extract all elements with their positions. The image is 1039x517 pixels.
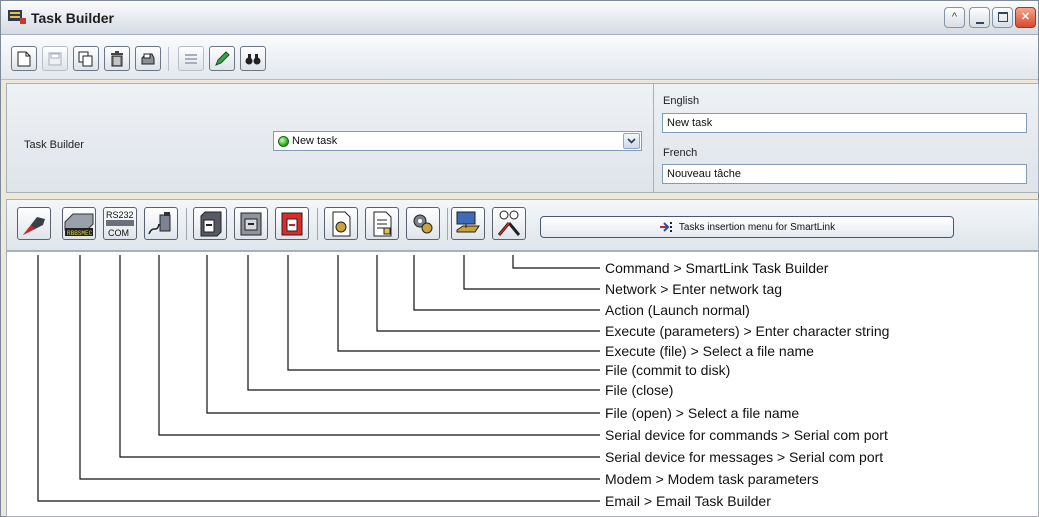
legend-diagram: Command > SmartLink Task Builder Network… (6, 251, 1039, 517)
legend-action: Action (Launch normal) (605, 302, 750, 318)
trash-icon (111, 50, 123, 66)
serial-messages-button[interactable]: RS232 COM (103, 207, 137, 240)
iconbar-separator (447, 208, 448, 240)
task-icon-bar: RBBSMEC RS232 COM Tasks insertion menu f… (6, 199, 1039, 251)
legend-serial-commands: Serial device for commands > Serial com … (605, 427, 888, 443)
legend-network: Network > Enter network tag (605, 281, 783, 297)
execute-parameters-icon (373, 211, 392, 236)
copy-icon (78, 51, 93, 66)
legend-execute-file: Execute (file) > Select a file name (605, 343, 814, 359)
serial-commands-button[interactable] (144, 207, 178, 240)
english-label: English (663, 95, 700, 107)
pen-icon (215, 50, 230, 66)
legend-file-close: File (close) (605, 382, 674, 398)
dropdown-button[interactable] (623, 133, 640, 149)
file-commit-button[interactable] (275, 207, 309, 240)
network-button[interactable] (451, 207, 485, 240)
toolbar-separator (168, 47, 169, 71)
find-button[interactable] (240, 46, 266, 71)
maximize-button[interactable] (992, 7, 1013, 28)
close-icon: ✕ (1020, 11, 1031, 23)
french-label: French (663, 147, 698, 159)
status-dot-icon (278, 136, 289, 147)
edit-button[interactable] (209, 46, 235, 71)
maximize-icon (997, 12, 1008, 23)
legend-email: Email > Email Task Builder (605, 493, 771, 509)
legend-command: Command > SmartLink Task Builder (605, 260, 829, 276)
legend-modem: Modem > Modem task parameters (605, 471, 819, 487)
list-icon (185, 53, 197, 64)
file-open-button[interactable] (193, 207, 227, 240)
modem-task-button[interactable]: RBBSMEC (62, 207, 96, 240)
serial-cable-icon (148, 211, 171, 234)
iconbar-separator (186, 208, 187, 240)
legend-file-open: File (open) > Select a file name (605, 405, 800, 421)
serial-port-icon: RS232 COM (106, 210, 134, 238)
app-icon (8, 10, 26, 24)
legend-file-commit: File (commit to disk) (605, 362, 731, 378)
task-select-value: New task (292, 135, 338, 147)
execute-parameters-button[interactable] (365, 207, 399, 240)
network-icon (456, 211, 480, 232)
save-button[interactable] (42, 46, 68, 71)
tasks-insertion-menu-button[interactable]: Tasks insertion menu for SmartLink (540, 216, 954, 238)
copy-button[interactable] (73, 46, 99, 71)
task-select[interactable]: New task (273, 131, 642, 151)
svg-text:RBBSMEC: RBBSMEC (67, 230, 93, 237)
minimize-icon (975, 22, 984, 24)
task-builder-label: Task Builder (24, 139, 84, 151)
task-panel: Task Builder New task (6, 83, 654, 193)
window-title: Task Builder (31, 10, 114, 26)
execute-file-button[interactable] (324, 207, 358, 240)
print-button[interactable] (135, 46, 161, 71)
iconbar-separator (317, 208, 318, 240)
printer-icon (141, 53, 155, 64)
chevron-down-icon (627, 138, 636, 144)
close-button[interactable]: ✕ (1015, 7, 1036, 28)
minimize-button[interactable] (969, 7, 990, 28)
legend-connector-lines (37, 255, 600, 502)
restore-icon: ^ (951, 11, 958, 23)
restore-button[interactable]: ^ (944, 7, 965, 28)
legend-serial-messages: Serial device for messages > Serial com … (605, 449, 884, 465)
execute-file-icon (332, 211, 351, 236)
main-toolbar (1, 35, 1038, 80)
new-button[interactable] (11, 46, 37, 71)
file-open-icon (200, 211, 222, 236)
new-document-icon (17, 51, 31, 66)
title-bar: Task Builder ^ ✕ (1, 1, 1038, 35)
file-close-button[interactable] (234, 207, 268, 240)
command-smartlink-button[interactable] (492, 207, 526, 240)
binoculars-icon (245, 53, 261, 64)
legend-execute-parameters: Execute (parameters) > Enter character s… (605, 323, 890, 339)
task-builder-window: Task Builder ^ ✕ Task Builder New task E… (0, 0, 1039, 517)
gears-icon (413, 214, 433, 233)
file-commit-icon (281, 212, 303, 235)
tasks-insertion-menu-label: Tasks insertion menu for SmartLink (678, 221, 836, 233)
list-button[interactable] (178, 46, 204, 71)
command-tools-icon (497, 210, 521, 236)
modem-icon: RBBSMEC (64, 213, 94, 237)
language-panel: English French (653, 83, 1039, 193)
save-disk-icon (48, 52, 62, 65)
svg-text:COM: COM (108, 228, 129, 238)
email-task-button[interactable] (17, 207, 51, 240)
delete-button[interactable] (104, 46, 130, 71)
insert-task-icon (659, 222, 672, 232)
email-icon (23, 216, 45, 235)
action-launch-button[interactable] (406, 207, 440, 240)
french-field[interactable] (662, 164, 1027, 184)
english-field[interactable] (662, 113, 1027, 133)
file-close-icon (240, 212, 262, 235)
svg-text:RS232: RS232 (106, 210, 134, 220)
